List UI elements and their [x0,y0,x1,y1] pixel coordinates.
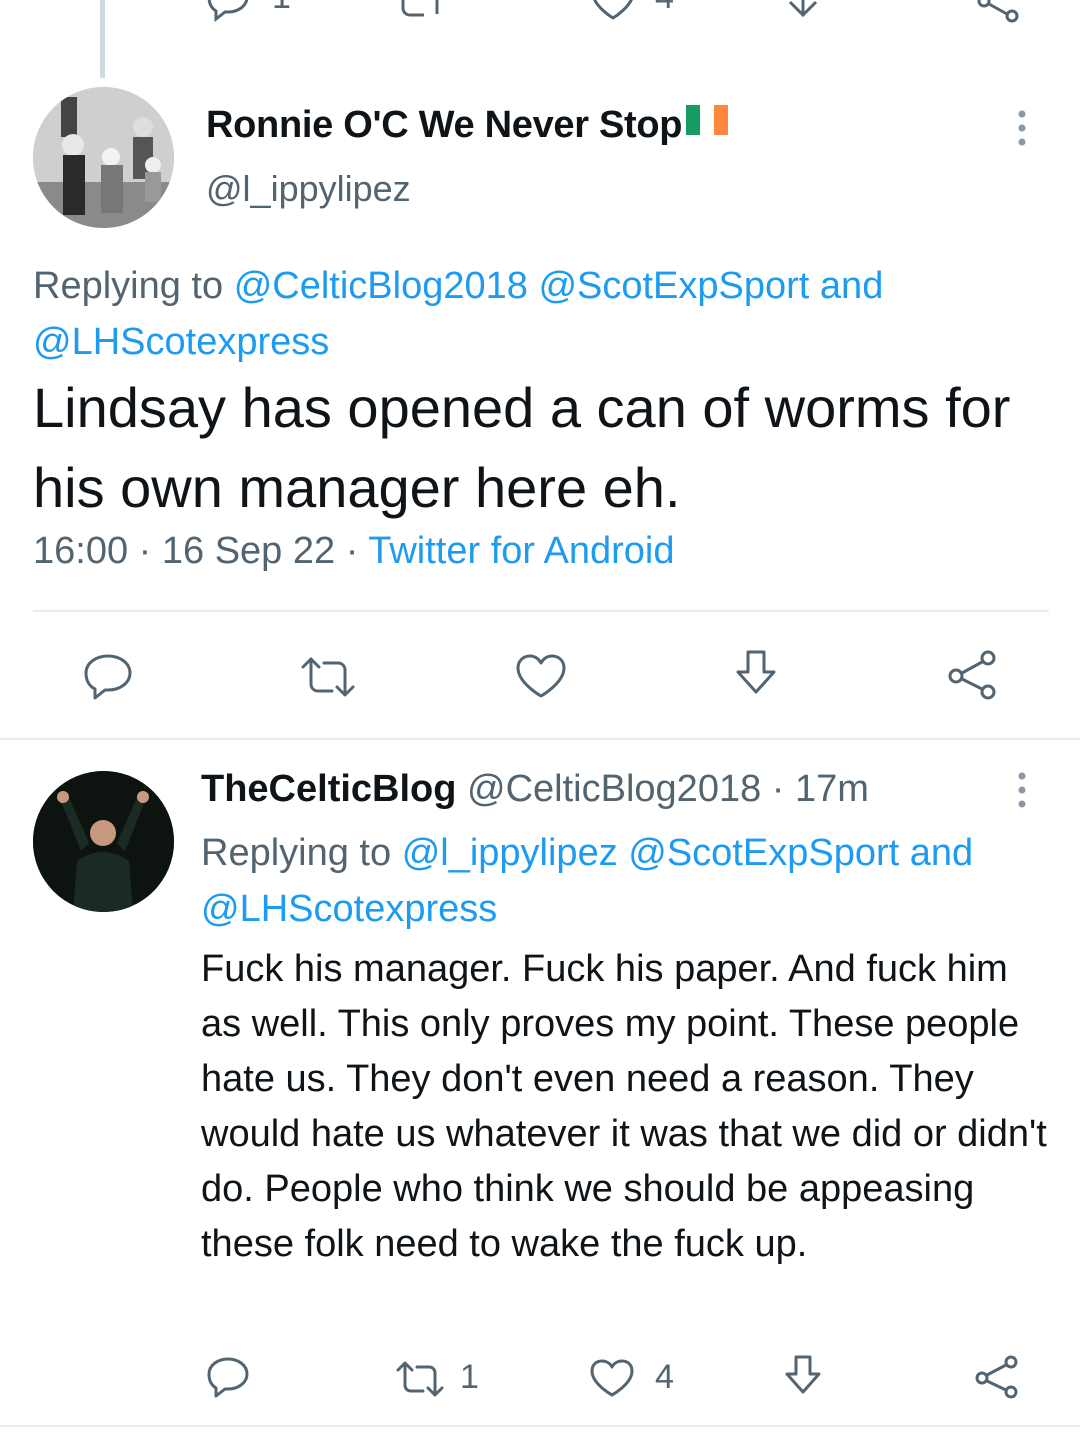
display-name[interactable]: TheCelticBlog [201,768,456,810]
like-button[interactable] [588,0,638,29]
user-handle[interactable]: @CelticBlog2018 [467,768,761,810]
like-count: 4 [655,1358,674,1396]
reply-button[interactable] [205,1355,251,1404]
share-button[interactable] [944,648,1000,707]
replying-to: Replying to @CelticBlog2018 @ScotExpSpor… [33,265,884,363]
more-icon [1018,772,1026,808]
profile-photo-icon [33,87,174,228]
download-button[interactable] [730,648,782,705]
mention-link[interactable]: and [820,265,883,307]
retweet-icon [396,1361,444,1397]
share-button[interactable] [975,0,1021,29]
mention-link[interactable]: @LHScotexpress [201,888,497,930]
like-button[interactable] [588,1356,636,1405]
mention-link[interactable]: @CelticBlog2018 [234,265,528,307]
tweet-metadata: 16:00 · 16 Sep 22 · Twitter for Android [33,530,675,572]
mention-link[interactable]: @ScotExpSport [628,832,899,874]
share-icon [948,650,996,700]
tweet-time[interactable]: 16:00 [33,530,128,572]
tweet-text: Lindsay has opened a can of worms for hi… [33,376,1011,519]
retweet-button[interactable] [395,1357,445,1406]
ireland-flag-icon [686,102,729,145]
reply-icon [207,1357,249,1398]
thread-connector [100,0,105,78]
reply-button[interactable] [82,652,134,707]
retweet-button[interactable] [395,0,445,29]
share-icon [977,0,1019,23]
mention-link[interactable]: @l_ippylipez [402,832,618,874]
avatar[interactable] [33,87,174,228]
display-name[interactable]: Ronnie O'C We Never Stop [206,102,729,147]
tweet-text: Fuck his manager. Fuck his paper. And fu… [201,948,1047,1265]
reply-icon [84,654,132,700]
share-icon [975,1355,1018,1399]
like-icon [593,0,633,20]
tweet-source[interactable]: Twitter for Android [368,530,674,572]
retweet-icon [301,657,355,697]
reply-icon [207,0,249,23]
retweet-icon [401,0,439,17]
mention-link[interactable]: @ScotExpSport [538,265,809,307]
tweet-date[interactable]: 16 Sep 22 [162,530,335,572]
more-icon [1018,110,1026,146]
divider [33,610,1049,612]
download-button[interactable] [780,0,826,29]
more-options-button[interactable] [1012,770,1032,810]
avatar[interactable] [33,771,174,912]
share-button[interactable] [972,1354,1022,1405]
download-icon [788,0,818,18]
reply-button[interactable] [205,0,251,29]
divider [0,1425,1080,1427]
profile-photo-icon [33,771,174,912]
retweet-count: 1 [460,1358,479,1396]
mention-link[interactable]: and [910,832,973,874]
like-button[interactable] [514,652,568,707]
tweet-time[interactable]: 17m [795,768,869,810]
download-button[interactable] [780,1353,826,1404]
divider [0,738,1080,740]
like-count: 4 [655,0,674,17]
replying-to: Replying to @l_ippylipez @ScotExpSport a… [201,832,974,930]
reply-header: TheCelticBlog @CelticBlog2018 · 17m [201,768,869,810]
reply-count: 1 [272,0,291,17]
retweet-button[interactable] [300,652,356,707]
more-options-button[interactable] [1012,108,1032,148]
user-handle[interactable]: @l_ippylipez [206,168,411,210]
like-icon [590,1359,634,1397]
download-icon [785,1355,821,1394]
download-icon [736,650,776,694]
like-icon [516,654,566,698]
mention-link[interactable]: @LHScotexpress [33,321,329,363]
